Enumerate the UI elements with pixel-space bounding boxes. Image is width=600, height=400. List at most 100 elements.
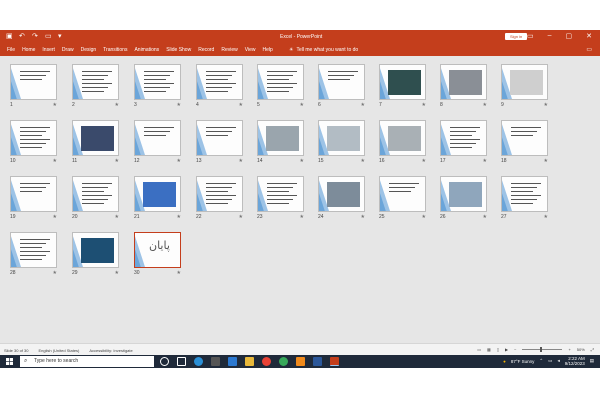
zoom-out-icon[interactable]: −	[514, 347, 516, 352]
slide-thumbnail[interactable]: 1 ★	[10, 64, 57, 108]
slide-thumbnail[interactable]: 8 ★	[440, 64, 487, 108]
slide-preview[interactable]	[379, 176, 426, 212]
slide-preview[interactable]	[318, 120, 365, 156]
tab-animations[interactable]: Animations	[134, 47, 159, 53]
save-icon[interactable]: ▣	[6, 33, 13, 40]
transition-star-icon[interactable]: ★	[544, 158, 548, 164]
slide-preview[interactable]	[501, 176, 548, 212]
slide-preview[interactable]	[440, 120, 487, 156]
transition-star-icon[interactable]: ★	[177, 214, 181, 220]
tab-draw[interactable]: Draw	[62, 47, 74, 53]
slide-thumbnail[interactable]: 26 ★	[440, 176, 487, 220]
transition-star-icon[interactable]: ★	[115, 270, 119, 276]
slide-preview[interactable]	[10, 120, 57, 156]
zoom-slider[interactable]	[522, 347, 563, 352]
slide-thumbnail[interactable]: 6 ★	[318, 64, 365, 108]
slide-sorter[interactable]: 1 ★ 2 ★ 3 ★ 4 ★ 5 ★ 6 ★ 7 ★ 8 ★ 9 ★ 10 ★ 11 ★ 12 ★ 13 ★ 14 ★ 15 ★ 16 ★ 1…	[0, 56, 600, 343]
slide-preview[interactable]	[72, 176, 119, 212]
weather-icon[interactable]: ●	[503, 359, 506, 364]
slide-thumbnail[interactable]: 21 ★	[134, 176, 181, 220]
transition-star-icon[interactable]: ★	[422, 214, 426, 220]
cortana-icon[interactable]	[160, 357, 169, 366]
slide-preview[interactable]	[257, 120, 304, 156]
redo-icon[interactable]: ↷	[32, 33, 39, 40]
accessibility-indicator[interactable]: Accessibility: Investigate	[89, 348, 132, 353]
slide-thumbnail[interactable]: 16 ★	[379, 120, 426, 164]
fit-to-window-icon[interactable]: ⤢	[591, 347, 594, 352]
slide-thumbnail[interactable]: 28 ★	[10, 232, 57, 276]
tab-view[interactable]: View	[245, 47, 256, 53]
slide-preview[interactable]	[501, 120, 548, 156]
tray-overflow-icon[interactable]: ⌃	[539, 358, 543, 364]
clock[interactable]: 2:22 AM 9/12/2023	[565, 356, 585, 366]
slide-thumbnail[interactable]: 23 ★	[257, 176, 304, 220]
slide-preview[interactable]	[10, 232, 57, 268]
slide-preview[interactable]	[10, 176, 57, 212]
word-icon[interactable]	[313, 357, 322, 366]
slide-thumbnail[interactable]: 10 ★	[10, 120, 57, 164]
transition-star-icon[interactable]: ★	[422, 158, 426, 164]
normal-view-icon[interactable]: ▭	[477, 347, 481, 352]
tab-slide-show[interactable]: Slide Show	[166, 47, 191, 53]
powerpoint-icon[interactable]	[330, 357, 339, 366]
tab-record[interactable]: Record	[198, 47, 214, 53]
transition-star-icon[interactable]: ★	[115, 158, 119, 164]
transition-star-icon[interactable]: ★	[115, 214, 119, 220]
reading-view-icon[interactable]: ▯	[497, 347, 499, 352]
taskbar-search-box[interactable]: ⌕ Type here to search	[20, 356, 154, 367]
slide-thumbnail[interactable]: 22 ★	[196, 176, 243, 220]
slide-thumbnail[interactable]: 14 ★	[257, 120, 304, 164]
tab-design[interactable]: Design	[81, 47, 97, 53]
slide-preview[interactable]	[10, 64, 57, 100]
transition-star-icon[interactable]: ★	[53, 270, 57, 276]
slide-preview[interactable]	[257, 176, 304, 212]
edge-beta-icon[interactable]	[279, 357, 288, 366]
slide-preview[interactable]	[318, 64, 365, 100]
transition-star-icon[interactable]: ★	[53, 158, 57, 164]
slide-thumbnail[interactable]: 3 ★	[134, 64, 181, 108]
transition-star-icon[interactable]: ★	[177, 102, 181, 108]
transition-star-icon[interactable]: ★	[361, 158, 365, 164]
slide-preview[interactable]	[318, 176, 365, 212]
slide-preview[interactable]: پایان	[134, 232, 181, 268]
slide-preview[interactable]	[72, 64, 119, 100]
sign-in-button[interactable]: Sign in	[505, 33, 528, 40]
transition-star-icon[interactable]: ★	[177, 270, 181, 276]
slide-preview[interactable]	[501, 64, 548, 100]
slide-preview[interactable]	[196, 64, 243, 100]
slide-thumbnail[interactable]: 17 ★	[440, 120, 487, 164]
undo-icon[interactable]: ↶	[19, 33, 26, 40]
slide-thumbnail[interactable]: 7 ★	[379, 64, 426, 108]
slide-preview[interactable]	[134, 176, 181, 212]
slide-thumbnail[interactable]: 2 ★	[72, 64, 119, 108]
transition-star-icon[interactable]: ★	[53, 214, 57, 220]
weather-text[interactable]: 87°F Sunny	[511, 359, 535, 364]
maximize-icon[interactable]: ▢	[566, 32, 573, 40]
transition-star-icon[interactable]: ★	[422, 102, 426, 108]
transition-star-icon[interactable]: ★	[239, 158, 243, 164]
network-icon[interactable]: ▭	[548, 358, 552, 364]
slide-preview[interactable]	[257, 64, 304, 100]
slide-preview[interactable]	[196, 176, 243, 212]
task-view-icon[interactable]	[177, 357, 186, 366]
tell-me-box[interactable]: ☀ Tell me what you want to do	[289, 47, 358, 53]
volume-icon[interactable]: ◂	[557, 358, 559, 364]
transition-star-icon[interactable]: ★	[544, 214, 548, 220]
transition-star-icon[interactable]: ★	[483, 102, 487, 108]
transition-star-icon[interactable]: ★	[483, 158, 487, 164]
slide-preview[interactable]	[196, 120, 243, 156]
chrome-icon[interactable]	[262, 357, 271, 366]
slide-thumbnail[interactable]: 11 ★	[72, 120, 119, 164]
slide-thumbnail[interactable]: 27 ★	[501, 176, 548, 220]
windows-store-icon[interactable]	[211, 357, 220, 366]
slide-preview[interactable]	[379, 120, 426, 156]
transition-star-icon[interactable]: ★	[300, 102, 304, 108]
tab-review[interactable]: Review	[221, 47, 237, 53]
transition-star-icon[interactable]: ★	[115, 102, 119, 108]
slide-thumbnail[interactable]: 4 ★	[196, 64, 243, 108]
slide-preview[interactable]	[440, 64, 487, 100]
slide-thumbnail[interactable]: 24 ★	[318, 176, 365, 220]
transition-star-icon[interactable]: ★	[361, 102, 365, 108]
customize-qat-icon[interactable]: ▾	[58, 33, 65, 40]
windows-start-icon[interactable]	[6, 358, 13, 365]
